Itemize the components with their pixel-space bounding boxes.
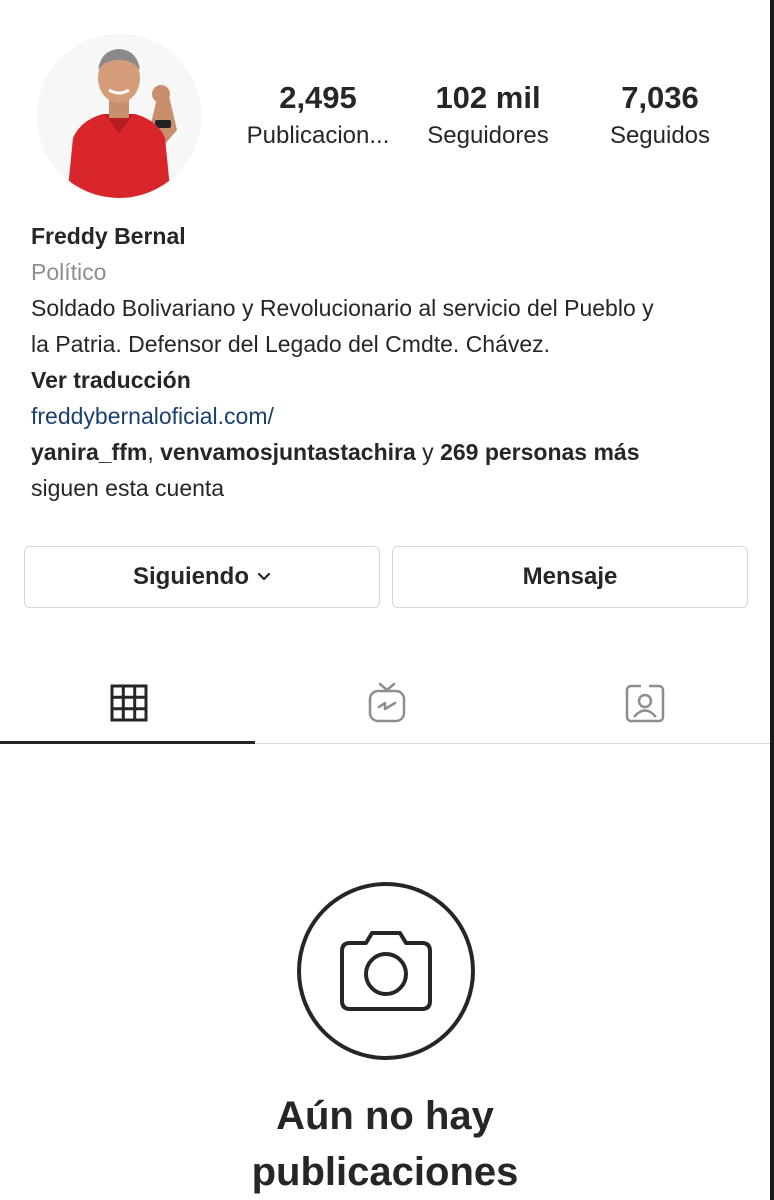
igtv-icon	[368, 682, 406, 723]
empty-state-title: Aún no hay publicaciones	[251, 1094, 519, 1194]
active-tab-indicator	[0, 741, 255, 744]
followers-stat[interactable]: 102 mil Seguidores	[410, 80, 566, 151]
posts-count: 2,495	[279, 80, 357, 115]
followed-by-others[interactable]: 269 personas más	[440, 439, 639, 465]
following-button[interactable]: Siguiendo	[24, 546, 380, 608]
tab-posts-grid[interactable]	[0, 665, 258, 741]
followers-count: 102 mil	[435, 80, 541, 115]
grid-icon	[110, 684, 148, 722]
camera-icon	[297, 882, 475, 1060]
following-button-label: Siguiendo	[133, 563, 249, 590]
tab-tagged[interactable]	[516, 665, 774, 741]
profile-category: Político	[31, 259, 107, 285]
followed-by-suffix: siguen esta cuenta	[31, 475, 225, 501]
chevron-down-icon	[257, 572, 271, 582]
message-button-label: Mensaje	[522, 563, 618, 590]
website-link[interactable]: freddybernaloficial.com/	[31, 398, 751, 434]
followed-by-conjunction: y	[415, 439, 441, 465]
tab-igtv[interactable]	[258, 665, 516, 741]
followed-by-user-2[interactable]: venvamosjuntastachira	[160, 439, 416, 465]
followers-label: Seguidores	[427, 122, 549, 149]
see-translation-link[interactable]: Ver traducción	[31, 362, 751, 398]
posts-label: Publicacion...	[246, 122, 390, 149]
following-label: Seguidos	[609, 122, 711, 149]
following-stat[interactable]: 7,036 Seguidos	[590, 80, 730, 151]
posts-stat[interactable]: 2,495 Publicacion...	[238, 80, 398, 151]
profile-name: Freddy Bernal	[31, 223, 186, 249]
window-edge	[770, 0, 774, 1200]
followed-by-separator: ,	[147, 439, 161, 465]
following-count: 7,036	[621, 80, 699, 115]
empty-state-camera	[296, 881, 476, 1061]
followed-by-user-1[interactable]: yanira_ffm	[31, 439, 147, 465]
profile-avatar[interactable]	[37, 34, 201, 198]
message-button[interactable]: Mensaje	[392, 546, 748, 608]
bio-text: Soldado Bolivariano y Revolucionario al …	[31, 295, 654, 357]
avatar-photo	[37, 34, 201, 198]
tagged-icon	[625, 684, 665, 723]
followed-by[interactable]: yanira_ffm, venvamosjuntastachira y 269 …	[31, 434, 751, 470]
profile-bio: Freddy Bernal Político Soldado Bolivaria…	[31, 218, 751, 506]
